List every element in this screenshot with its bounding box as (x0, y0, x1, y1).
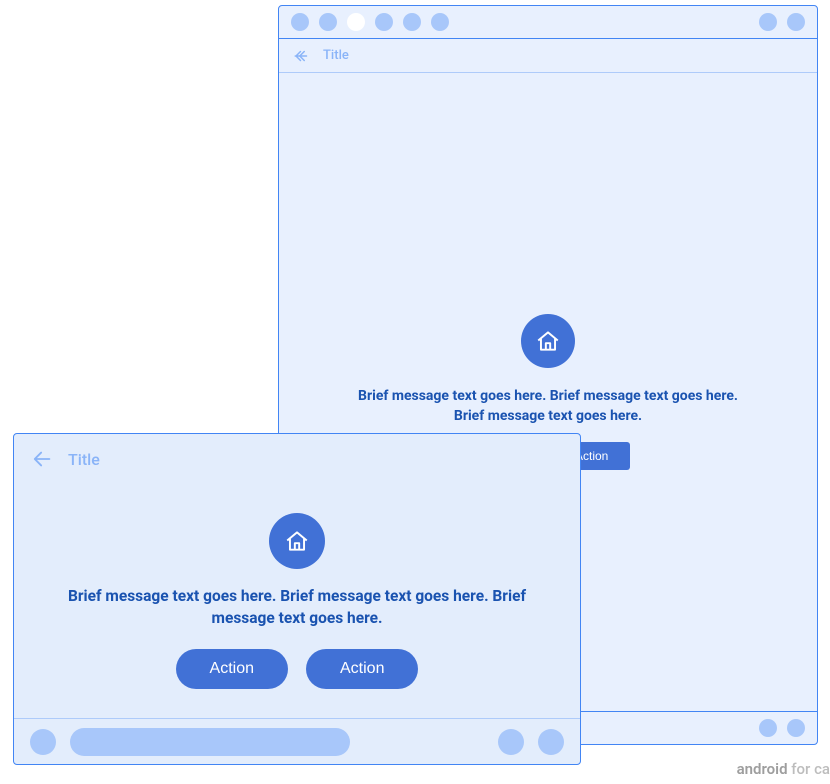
nav-dot-icon[interactable] (498, 729, 524, 755)
button-label: Action (340, 660, 384, 678)
message-text: Brief message text goes here. Brief mess… (348, 386, 748, 427)
phone-message-pane: Brief message text goes here. Brief mess… (14, 484, 580, 718)
status-left-group (291, 13, 449, 31)
status-dot-icon (319, 13, 337, 31)
status-right-group (759, 13, 805, 31)
nav-pill-icon[interactable] (70, 728, 350, 756)
status-dot-icon (431, 13, 449, 31)
status-dot-icon (403, 13, 421, 31)
phone-nav-bar (14, 718, 580, 764)
status-dot-icon (375, 13, 393, 31)
arrow-back-icon (32, 448, 54, 470)
phone-action-row: Action Action (176, 649, 419, 689)
nav-dot-icon[interactable] (787, 719, 805, 737)
secondary-action-button[interactable]: Action (306, 649, 418, 689)
phone-frame: Title Brief message text goes here. Brie… (13, 433, 581, 765)
arrow-back-icon (293, 47, 311, 65)
home-icon (284, 528, 310, 554)
status-dot-icon (787, 13, 805, 31)
tablet-status-bar (279, 6, 817, 39)
primary-action-button[interactable]: Action (176, 649, 288, 689)
message-text: Brief message text goes here. Brief mess… (67, 585, 527, 630)
nav-right-group (759, 719, 805, 737)
status-dot-active-icon (347, 13, 365, 31)
status-dot-icon (759, 13, 777, 31)
nav-dot-icon[interactable] (538, 729, 564, 755)
app-bar-title: Title (68, 450, 100, 469)
home-icon (535, 328, 561, 354)
watermark-text: android for ca (737, 760, 830, 778)
watermark-suffix: for ca (788, 760, 830, 778)
message-icon-container (521, 314, 575, 368)
tablet-app-bar: Title (279, 39, 817, 73)
app-bar-title: Title (323, 48, 349, 63)
nav-dot-icon[interactable] (759, 719, 777, 737)
back-button[interactable] (32, 448, 54, 470)
phone-app-bar: Title (14, 434, 580, 484)
message-icon-container (269, 513, 325, 569)
nav-dot-icon[interactable] (30, 729, 56, 755)
status-dot-icon (291, 13, 309, 31)
watermark-brand: android (737, 760, 788, 778)
button-label: Action (210, 660, 254, 678)
back-button[interactable] (293, 47, 311, 65)
